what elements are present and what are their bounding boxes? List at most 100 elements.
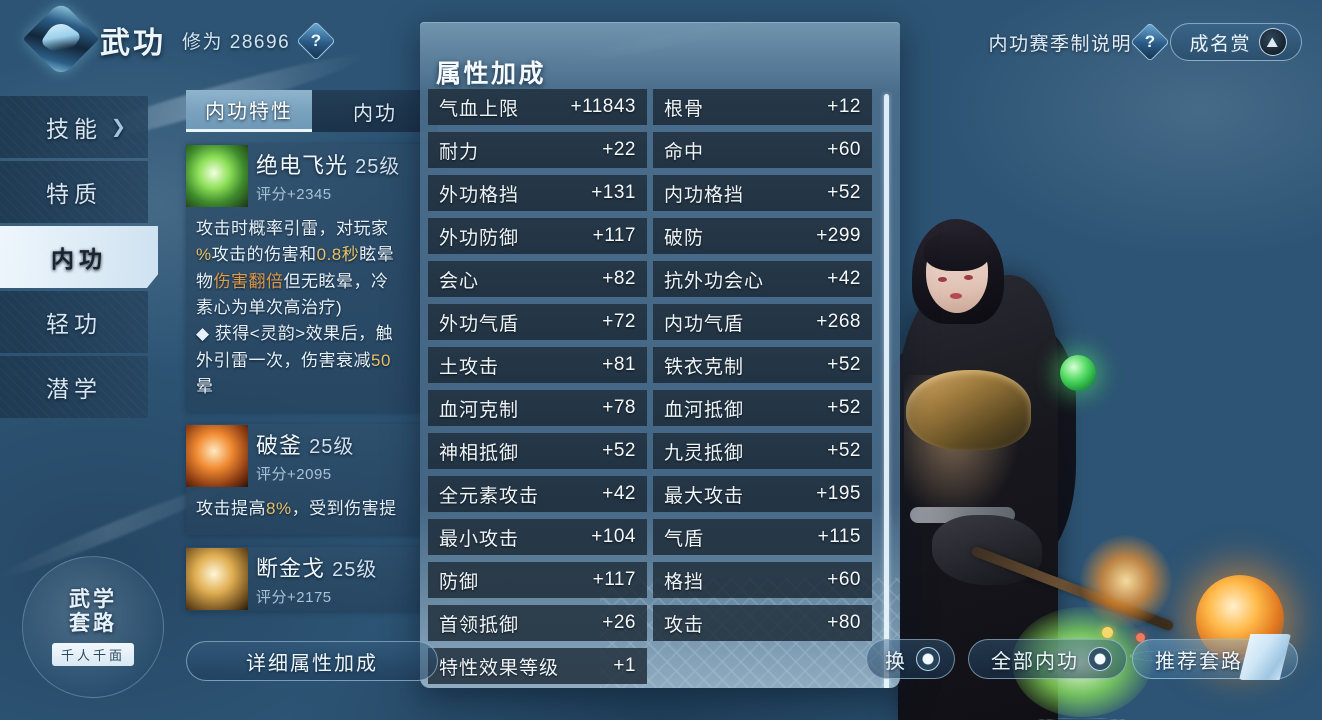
attribute-label: 全元素攻击 [439, 485, 540, 507]
character-armor [906, 370, 1031, 450]
attribute-value: +268 [816, 311, 861, 332]
sidebar-item-label: 内功 [51, 246, 107, 272]
attribute-label: 外功防御 [439, 227, 520, 249]
list-item[interactable]: 断金戈 25级 评分+2175 [186, 546, 438, 611]
attribute-row: 全元素攻击 +42 [428, 476, 647, 512]
skill-description: 攻击时概率引雷，对玩家 %攻击的伤害和0.8秒眩晕 物伤害翻倍但无眩晕，冷 素心为单次… [186, 208, 438, 412]
panel-scrollbar[interactable] [884, 94, 889, 688]
skill-name-text: 破釜 [256, 433, 303, 459]
sidebar-item-qinggong[interactable]: 轻功 [0, 291, 148, 353]
attribute-value: +104 [591, 526, 636, 547]
left-sidebar: 技能 ❯ 特质 内功 轻功 潜学 [0, 96, 158, 421]
attribute-label: 气盾 [664, 528, 705, 550]
attribute-value: +78 [602, 397, 636, 418]
all-neigong-button[interactable]: 全部内功 [968, 639, 1127, 679]
attribute-label: 最小攻击 [439, 528, 520, 550]
radio-icon [1088, 647, 1112, 671]
attribute-row: 防御 +117 [428, 562, 647, 598]
attribute-value: +26 [602, 612, 636, 633]
attribute-row: 攻击 +80 [653, 605, 872, 641]
attribute-label: 血河克制 [439, 399, 520, 421]
attribute-label: 破防 [664, 227, 705, 249]
emblem-title: 武学 套路 [69, 588, 117, 636]
martial-routine-emblem[interactable]: 武学 套路 千人千面 [22, 556, 164, 698]
skill-description-line: 攻击时概率引雷，对玩家 [196, 219, 389, 238]
list-item[interactable]: 绝电飞光 25级 评分+2345 攻击时概率引雷，对玩家 %攻击的伤害和0.8秒眩… [186, 144, 438, 413]
attribute-label: 土攻击 [439, 356, 500, 378]
wugong-logo-icon [22, 0, 100, 78]
all-neigong-label: 全部内功 [991, 650, 1079, 673]
skill-name-text: 绝电飞光 [256, 153, 349, 178]
attribute-row: 抗外功会心 +42 [653, 261, 872, 297]
sidebar-item-traits[interactable]: 特质 [0, 161, 148, 223]
attribute-label: 根骨 [664, 98, 705, 120]
attribute-label: 气血上限 [439, 98, 520, 120]
character-hair-front [924, 231, 990, 271]
emblem-title-line1: 武学 [69, 587, 117, 611]
attribute-row: 会心 +82 [428, 261, 647, 297]
chevron-right-icon: ❯ [110, 116, 131, 137]
skill-icon [186, 547, 248, 610]
attribute-label: 神相抵御 [439, 442, 520, 464]
sidebar-item-qianxue[interactable]: 潜学 [0, 356, 148, 418]
attribute-row: 外功格挡 +131 [428, 175, 647, 211]
recommend-routine-button[interactable]: 推荐套路 [1132, 634, 1298, 680]
cultivation-value: 28696 [229, 32, 291, 53]
attribute-label: 铁衣克制 [664, 356, 745, 378]
attribute-label: 九灵抵御 [664, 442, 745, 464]
attribute-row: 内功气盾 +268 [653, 304, 872, 340]
attribute-label: 特性效果等级 [439, 657, 560, 679]
attribute-value: +11843 [570, 96, 636, 117]
attribute-row: 根骨 +12 [653, 89, 872, 125]
attribute-label: 外功气盾 [439, 313, 520, 335]
mountain-icon: ⛰ [1259, 28, 1287, 56]
attribute-row: 最小攻击 +104 [428, 519, 647, 555]
attribute-row: 气盾 +115 [653, 519, 872, 555]
swap-button[interactable]: 换 [866, 639, 955, 679]
attribute-value: +195 [816, 483, 861, 504]
skill-description-line: %攻击的伤害和0.8秒眩晕 [196, 245, 395, 265]
character-eye [938, 277, 947, 282]
attribute-value: +52 [602, 440, 636, 461]
list-item[interactable]: 破釜 25级 评分+2095 攻击提高8%，受到伤害提 [186, 424, 438, 535]
panel-title: 属性加成 [436, 60, 547, 88]
skill-list-column: 内功特性 内功 绝电飞光 25级 评分+2345 攻击时概率引雷，对玩家 %攻击的… [186, 90, 438, 611]
attribute-label: 外功格挡 [439, 184, 520, 206]
skill-description-line: 晕 [196, 377, 214, 397]
season-help-icon[interactable]: ? [1130, 22, 1170, 62]
attribute-value: +72 [602, 311, 636, 332]
sidebar-item-neigong[interactable]: 内功 [0, 226, 158, 288]
attribute-row: 九灵抵御 +52 [653, 433, 872, 469]
skill-score: 评分+2175 [256, 588, 332, 606]
sidebar-item-label: 技能 [46, 116, 102, 142]
attribute-label: 格挡 [664, 571, 705, 593]
skill-name: 破釜 25级 [256, 428, 354, 460]
skill-score: 评分+2095 [256, 466, 332, 484]
skill-meta: 绝电飞光 25级 评分+2345 [256, 148, 400, 204]
help-icon[interactable]: ? [296, 21, 336, 61]
skill-description-line: 物伤害翻倍但无眩晕，冷 [196, 271, 389, 291]
skill-card-header: 绝电飞光 25级 评分+2345 [186, 144, 438, 208]
skill-level: 25级 [355, 156, 401, 178]
season-info-label[interactable]: 内功赛季制说明 [988, 29, 1132, 56]
tab-label: 内功 [353, 102, 397, 125]
tab-neigong-traits[interactable]: 内功特性 [186, 90, 312, 132]
attribute-row: 最大攻击 +195 [653, 476, 872, 512]
skill-level: 25级 [309, 436, 355, 459]
attribute-value: +81 [602, 354, 636, 375]
attribute-value: +131 [591, 182, 636, 203]
sidebar-item-skills[interactable]: 技能 ❯ [0, 96, 148, 158]
attribute-row: 命中 +60 [653, 132, 872, 168]
attribute-row: 神相抵御 +52 [428, 433, 647, 469]
attribute-row-list: 气血上限 +11843 根骨 +12 耐力 +22 命中 +60 外功格挡 +131 内功格挡 +52… [428, 89, 872, 684]
help-glyph: ? [310, 31, 322, 50]
skill-card-header: 断金戈 25级 评分+2175 [186, 547, 438, 611]
character-eye [964, 275, 973, 280]
scroll-icon [1239, 634, 1291, 680]
detail-attribute-button[interactable]: 详细属性加成 [186, 641, 438, 681]
radio-icon [916, 647, 940, 671]
fame-reward-button[interactable]: 成名赏 ⛰ [1170, 23, 1302, 61]
skill-score: 评分+2345 [256, 186, 332, 203]
skill-icon [186, 425, 248, 488]
skill-meta: 破釜 25级 评分+2095 [256, 428, 354, 484]
